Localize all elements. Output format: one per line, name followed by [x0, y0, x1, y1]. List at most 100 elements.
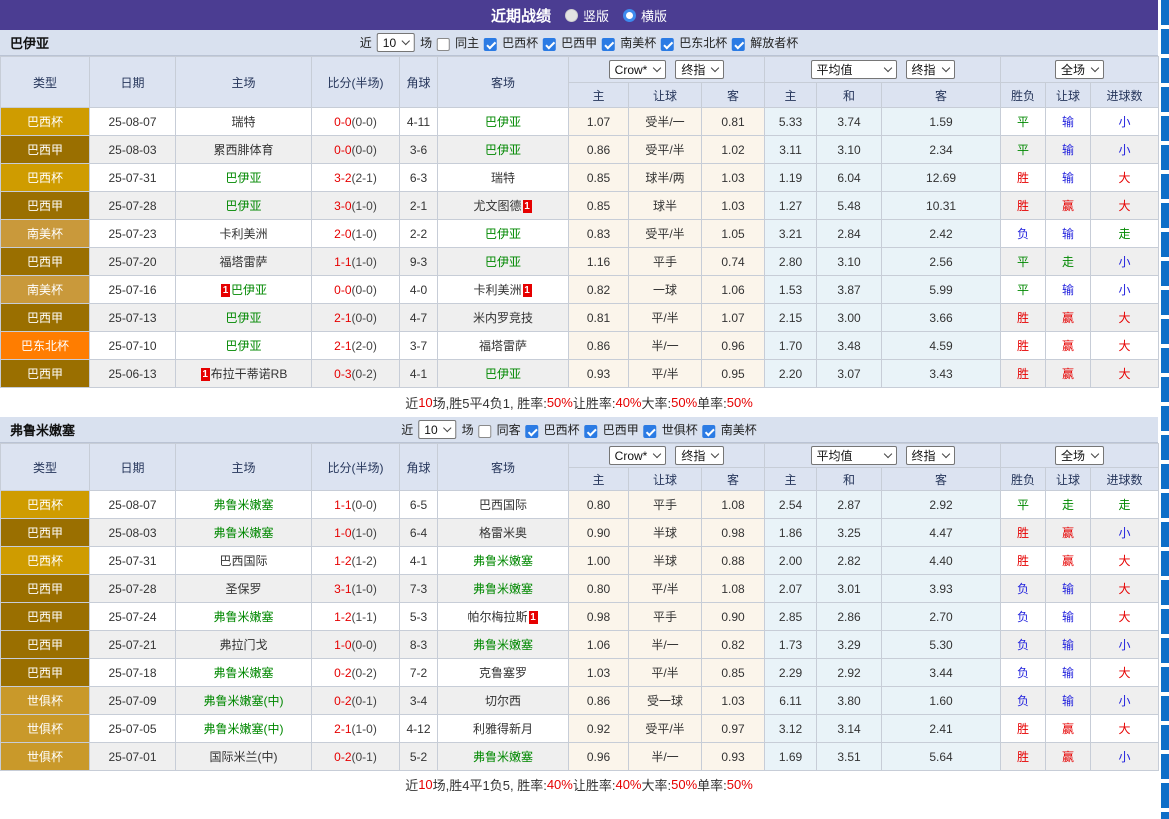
result-goals: 小	[1091, 687, 1159, 715]
home-team-cell: 卡利美洲	[176, 220, 312, 248]
bookmaker-select[interactable]: Crow*	[609, 446, 667, 465]
result-handicap: 赢	[1046, 715, 1091, 743]
match-date: 25-07-23	[90, 220, 176, 248]
crow-home-odds: 1.16	[569, 248, 629, 276]
recent-count-select[interactable]: 10	[418, 420, 456, 439]
col-header-1: 日期	[90, 57, 176, 108]
scrollbar[interactable]	[1161, 0, 1169, 819]
fulltime-score: 0-0	[334, 283, 351, 297]
match-date: 25-07-31	[90, 547, 176, 575]
match-row: 南美杯25-07-161巴伊亚0-0(0-0)4-0卡利美洲10.82一球1.0…	[1, 276, 1159, 304]
halftime-score: (1-0)	[352, 255, 377, 269]
corners-cell: 6-4	[400, 519, 438, 547]
result-outcome: 胜	[1001, 360, 1046, 388]
match-date: 25-07-31	[90, 164, 176, 192]
topbar: 近期战绩 竖版 横版	[0, 0, 1158, 30]
fulltime-score: 0-3	[334, 367, 351, 381]
cup-filter-checkbox[interactable]	[543, 38, 556, 51]
horizontal-label: 横版	[641, 6, 667, 25]
cup-filter-checkbox[interactable]	[644, 425, 657, 438]
same-venue-checkbox[interactable]	[437, 38, 450, 51]
fulltime-score: 3-0	[334, 199, 351, 213]
score-cell: 2-1(2-0)	[312, 332, 400, 360]
fulltime-score: 2-1	[334, 722, 351, 736]
fulltime-group-header: 全场	[1001, 57, 1159, 83]
team-name-text: 弗拉门戈	[219, 638, 267, 652]
layout-horizontal-radio[interactable]: 横版	[623, 6, 667, 25]
cup-filter-checkbox[interactable]	[526, 425, 539, 438]
avg-away-odds: 2.56	[882, 248, 1001, 276]
match-date: 25-07-28	[90, 192, 176, 220]
home-team-cell: 国际米兰(中)	[176, 743, 312, 771]
result-outcome: 胜	[1001, 304, 1046, 332]
team-name-text: 利雅得新月	[473, 722, 533, 736]
cup-filter-label: 巴西杯	[502, 34, 538, 51]
fulltime-select[interactable]: 全场	[1055, 60, 1104, 79]
crow-handicap: 平手	[629, 248, 702, 276]
team-name-text: 弗鲁米嫩塞	[473, 638, 533, 652]
summary-label: 场,胜4平1负5, 胜率:	[433, 775, 547, 794]
avg-away-odds: 4.59	[882, 332, 1001, 360]
crow-handicap: 半球	[629, 547, 702, 575]
avg-home-odds: 1.69	[765, 743, 817, 771]
same-venue-label: 同客	[497, 421, 521, 438]
avg-draw-odds: 2.82	[817, 547, 882, 575]
score-cell: 1-0(0-0)	[312, 631, 400, 659]
cup-filter-checkbox[interactable]	[703, 425, 716, 438]
team-name-text: 巴伊亚	[485, 367, 521, 381]
result-outcome: 胜	[1001, 164, 1046, 192]
red-card-icon: 1	[201, 368, 210, 381]
col-header-4: 角球	[400, 57, 438, 108]
summary-value: 40%	[615, 395, 641, 410]
recent-count-select-value: 10	[424, 423, 437, 437]
cup-filter-checkbox[interactable]	[732, 38, 745, 51]
away-team-cell: 卡利美洲1	[438, 276, 569, 304]
final-average-select[interactable]: 终指	[906, 60, 955, 79]
recent-suffix-label: 场	[420, 34, 432, 51]
corners-cell: 5-2	[400, 743, 438, 771]
final-average-select-value: 终指	[912, 447, 936, 464]
match-row: 巴西甲25-07-28巴伊亚3-0(1-0)2-1尤文图德10.85球半1.03…	[1, 192, 1159, 220]
summary-value: 40%	[547, 777, 573, 792]
cup-filter-checkbox[interactable]	[661, 38, 674, 51]
layout-vertical-radio[interactable]: 竖版	[565, 6, 609, 25]
corners-cell: 4-1	[400, 547, 438, 575]
avg-draw-odds: 2.86	[817, 603, 882, 631]
avg-home-odds: 2.80	[765, 248, 817, 276]
sub-header-4: 和	[817, 468, 882, 491]
result-goals: 小	[1091, 519, 1159, 547]
chevron-down-icon	[711, 64, 719, 72]
result-goals: 小	[1091, 743, 1159, 771]
cup-filter-label: 南美杯	[620, 34, 656, 51]
crow-home-odds: 0.86	[569, 136, 629, 164]
final-average-select[interactable]: 终指	[906, 446, 955, 465]
team-name-text: 巴伊亚	[225, 339, 261, 353]
average-select[interactable]: 平均值	[811, 446, 897, 465]
cup-filter-checkbox[interactable]	[484, 38, 497, 51]
result-goals: 大	[1091, 332, 1159, 360]
away-team-cell: 帕尔梅拉斯1	[438, 603, 569, 631]
crow-home-odds: 0.83	[569, 220, 629, 248]
team-name-text: 巴伊亚	[225, 199, 261, 213]
final-odds-select[interactable]: 终指	[675, 60, 724, 79]
chevron-down-icon	[1091, 64, 1099, 72]
final-odds-select[interactable]: 终指	[675, 446, 724, 465]
away-team-cell: 米内罗竞技	[438, 304, 569, 332]
average-select[interactable]: 平均值	[811, 60, 897, 79]
crow-away-odds: 1.08	[702, 575, 765, 603]
cup-filter-checkbox[interactable]	[602, 38, 615, 51]
cup-filter-checkbox[interactable]	[585, 425, 598, 438]
cup-filter-label: 南美杯	[721, 421, 757, 438]
corners-cell: 3-4	[400, 687, 438, 715]
crow-home-odds: 0.92	[569, 715, 629, 743]
bookmaker-select[interactable]: Crow*	[609, 60, 667, 79]
result-outcome: 负	[1001, 220, 1046, 248]
avg-draw-odds: 3.25	[817, 519, 882, 547]
result-handicap: 输	[1046, 108, 1091, 136]
recent-count-select[interactable]: 10	[377, 33, 415, 52]
same-venue-checkbox[interactable]	[479, 425, 492, 438]
fulltime-select[interactable]: 全场	[1055, 446, 1104, 465]
corners-cell: 2-2	[400, 220, 438, 248]
col-header-5: 客场	[438, 444, 569, 491]
summary-label: 大率:	[642, 393, 672, 412]
